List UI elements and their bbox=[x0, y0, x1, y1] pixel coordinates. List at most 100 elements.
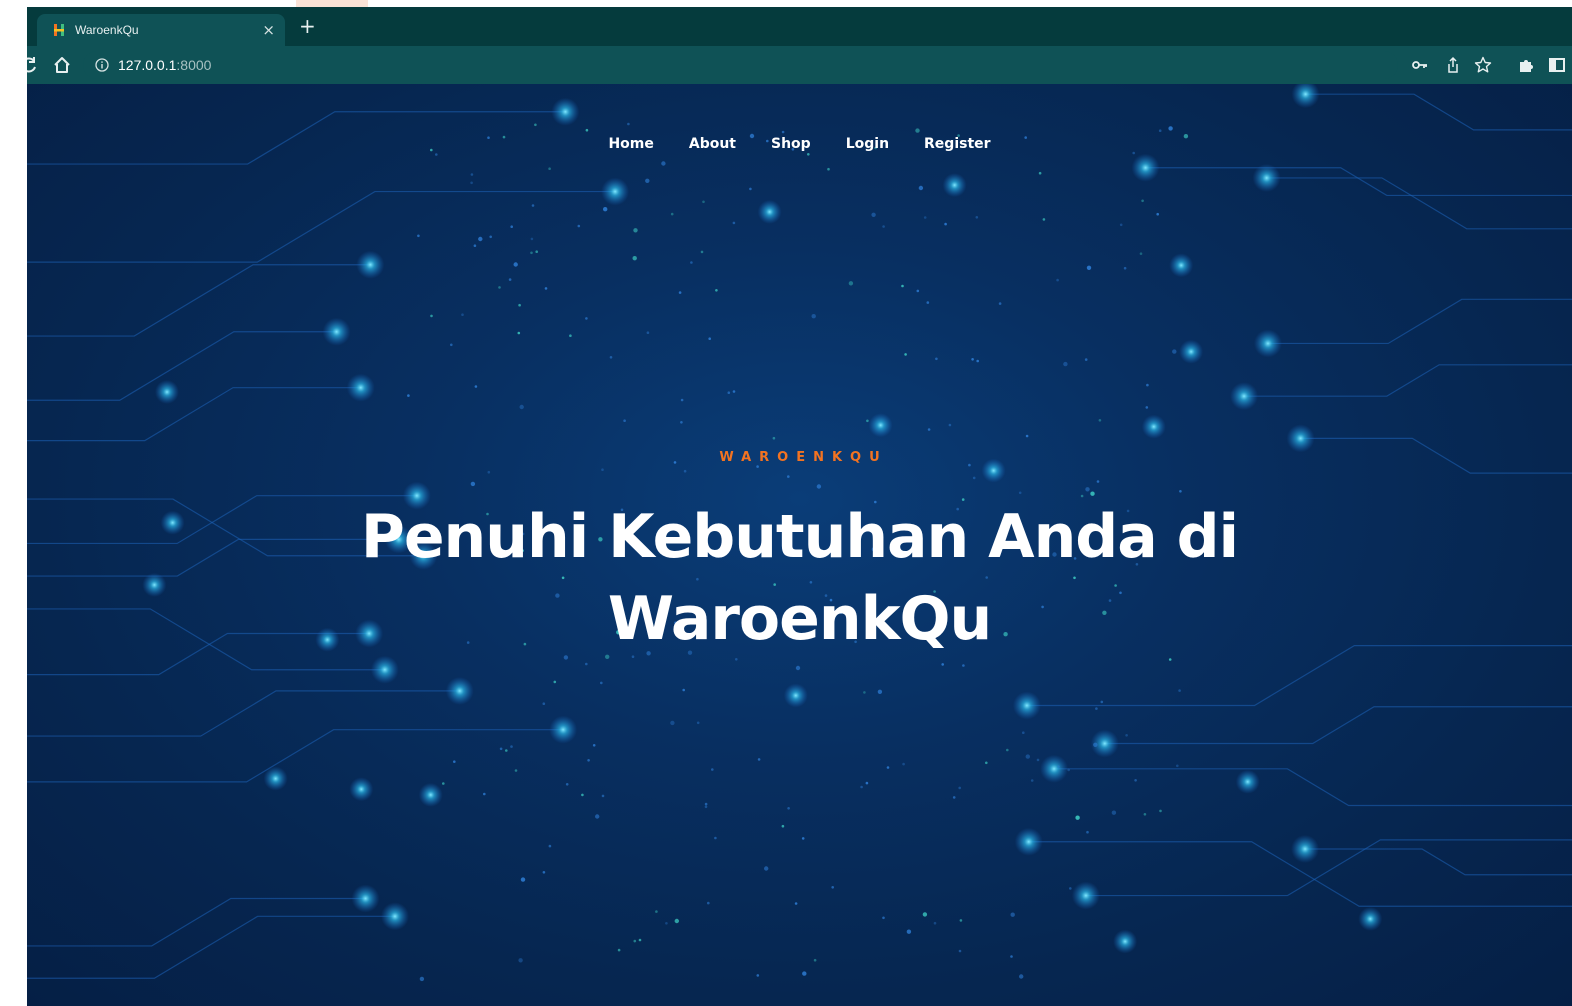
circuit-dot bbox=[935, 357, 938, 361]
circuit-dot bbox=[638, 938, 642, 942]
circuit-dot bbox=[972, 476, 976, 480]
circuit-dot bbox=[732, 390, 736, 393]
circuit-dot bbox=[711, 768, 714, 771]
circuit-node-glow bbox=[351, 884, 380, 913]
circuit-dot bbox=[772, 436, 776, 440]
circuit-dot bbox=[926, 301, 930, 304]
circuit-dot bbox=[922, 912, 928, 917]
circuit-trace bbox=[27, 264, 371, 337]
tab-waroenkqu[interactable]: WaroenkQu × bbox=[37, 14, 285, 46]
circuit-dot bbox=[442, 782, 445, 785]
circuit-dot bbox=[542, 702, 546, 705]
circuit-dot bbox=[478, 236, 483, 242]
circuit-dot bbox=[904, 353, 907, 356]
circuit-dot bbox=[1022, 731, 1025, 734]
circuit-dot bbox=[702, 200, 705, 204]
circuit-dot bbox=[906, 929, 912, 934]
circuit-trace bbox=[27, 897, 366, 947]
circuit-dot bbox=[569, 334, 572, 337]
circuit-dot bbox=[962, 664, 965, 667]
circuit-node-glow bbox=[1235, 769, 1260, 794]
circuit-dot bbox=[520, 877, 526, 882]
nav-register[interactable]: Register bbox=[924, 136, 991, 152]
circuit-dot bbox=[787, 807, 790, 810]
circuit-trace bbox=[27, 190, 616, 263]
circuit-dot bbox=[518, 303, 521, 307]
circuit-dot bbox=[749, 187, 752, 191]
circuit-dot bbox=[680, 398, 684, 402]
circuit-dot bbox=[1006, 748, 1009, 752]
circuit-dot bbox=[918, 185, 924, 191]
circuit-dot bbox=[1067, 768, 1070, 772]
circuit-node-glow bbox=[551, 97, 580, 126]
info-icon[interactable] bbox=[95, 58, 109, 72]
circuit-node-glow bbox=[1291, 834, 1320, 863]
circuit-node-glow bbox=[783, 683, 808, 708]
star-icon[interactable] bbox=[1473, 55, 1493, 75]
circuit-dot bbox=[952, 796, 956, 799]
circuit-dot bbox=[1056, 278, 1059, 282]
browser-window: WaroenkQu × + 127.0.0.1:8000 Home About … bbox=[27, 7, 1572, 1006]
circuit-trace bbox=[1054, 768, 1572, 807]
key-icon[interactable] bbox=[1410, 55, 1430, 75]
nav-about[interactable]: About bbox=[689, 136, 736, 152]
circuit-dot bbox=[678, 291, 682, 294]
tab-title: WaroenkQu bbox=[75, 23, 139, 37]
circuit-dot bbox=[998, 302, 1002, 305]
side-panel-icon[interactable] bbox=[1547, 55, 1567, 75]
circuit-dot bbox=[530, 237, 534, 241]
circuit-dot bbox=[600, 681, 603, 685]
circuit-node-glow bbox=[1040, 754, 1069, 783]
circuit-dot bbox=[756, 465, 759, 468]
reload-icon[interactable] bbox=[27, 55, 39, 75]
circuit-dot bbox=[1036, 758, 1040, 762]
circuit-dot bbox=[474, 385, 478, 388]
circuit-dot bbox=[1178, 689, 1181, 692]
circuit-dot bbox=[1030, 779, 1034, 782]
circuit-dot bbox=[714, 836, 717, 840]
circuit-dot bbox=[941, 663, 944, 666]
circuit-dot bbox=[882, 225, 885, 228]
circuit-dot bbox=[627, 122, 630, 126]
circuit-node-glow bbox=[1286, 424, 1315, 453]
nav-home[interactable]: Home bbox=[608, 136, 653, 152]
tab-close-icon[interactable]: × bbox=[262, 22, 275, 38]
circuit-dot bbox=[585, 662, 588, 666]
circuit-dot bbox=[794, 902, 798, 905]
circuit-dot bbox=[601, 468, 604, 472]
circuit-dot bbox=[601, 794, 605, 798]
new-tab-button[interactable]: + bbox=[299, 16, 316, 36]
circuit-dot bbox=[1095, 707, 1098, 710]
extensions-icon[interactable] bbox=[1516, 55, 1536, 75]
circuit-trace bbox=[1305, 848, 1572, 876]
circuit-trace bbox=[27, 729, 564, 783]
circuit-dot bbox=[645, 178, 650, 183]
circuit-dot bbox=[901, 284, 904, 288]
circuit-dot bbox=[682, 688, 685, 692]
circuit-dot bbox=[1111, 810, 1117, 815]
nav-shop[interactable]: Shop bbox=[771, 136, 811, 152]
circuit-dot bbox=[487, 470, 491, 474]
circuit-dot bbox=[499, 747, 503, 751]
address-bar[interactable]: 127.0.0.1:8000 bbox=[83, 51, 1398, 79]
circuit-node-glow bbox=[1012, 691, 1041, 720]
circuit-dot bbox=[655, 910, 658, 913]
circuit-dot bbox=[860, 785, 863, 789]
circuit-dot bbox=[623, 419, 626, 423]
home-icon[interactable] bbox=[51, 54, 73, 76]
share-icon[interactable] bbox=[1443, 55, 1463, 75]
circuit-trace bbox=[1305, 93, 1572, 131]
circuit-trace bbox=[1145, 167, 1572, 197]
circuit-dot bbox=[489, 235, 493, 239]
hero-section: Home About Shop Login Register WAROENKQU… bbox=[27, 84, 1572, 1006]
circuit-dot bbox=[617, 948, 621, 952]
nav-login[interactable]: Login bbox=[846, 136, 889, 152]
circuit-dot bbox=[518, 958, 523, 963]
hero-headline-line2: WaroenkQu bbox=[607, 584, 992, 654]
circuit-dot bbox=[1086, 830, 1089, 834]
circuit-dot bbox=[670, 212, 674, 216]
circuit-node-glow bbox=[1141, 414, 1166, 439]
circuit-trace bbox=[27, 915, 395, 979]
circuit-dot bbox=[1096, 480, 1100, 483]
circuit-node-glow bbox=[445, 676, 474, 705]
